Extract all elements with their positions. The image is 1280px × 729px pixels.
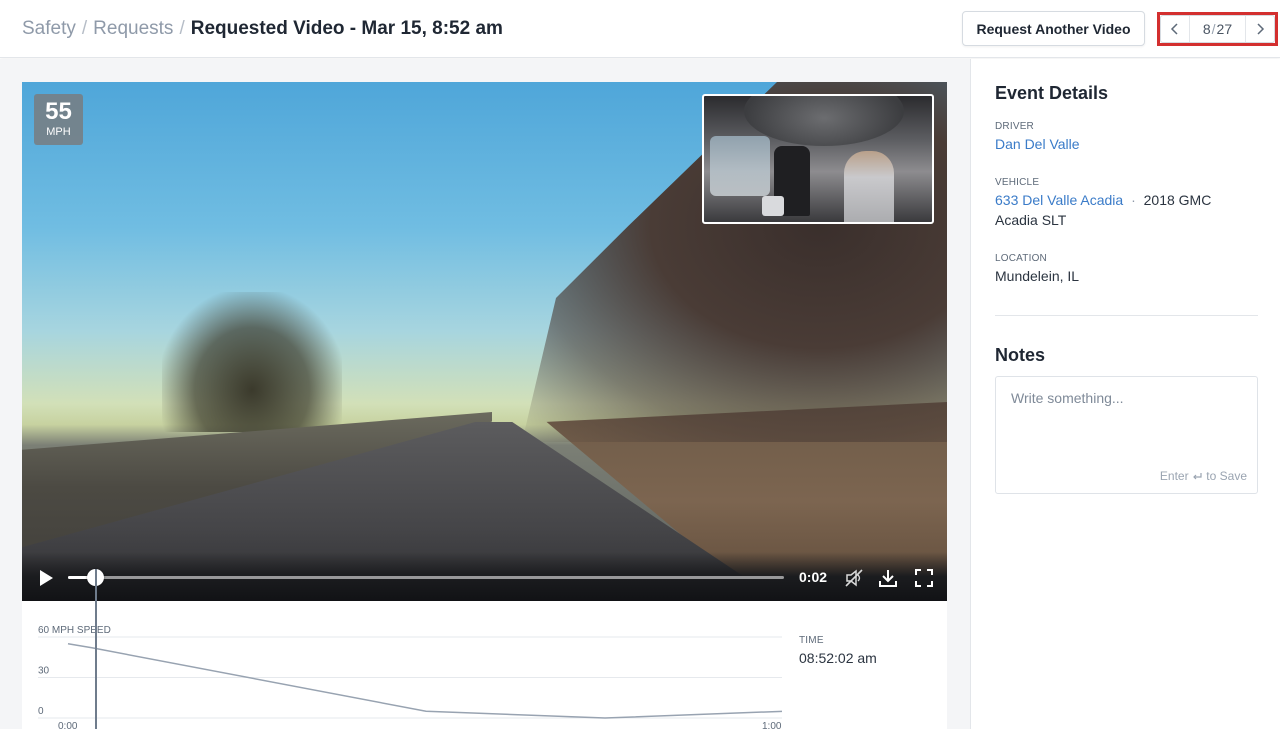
- notes-hint-suffix: to Save: [1206, 469, 1247, 483]
- pager-current: 8: [1202, 21, 1211, 37]
- enter-icon: [1193, 473, 1202, 480]
- sidebar-divider: [995, 315, 1258, 316]
- previous-button[interactable]: [1161, 16, 1189, 42]
- details-sidebar: Event Details DRIVER Dan Del Valle VEHIC…: [970, 59, 1280, 729]
- time-value: 08:52:02 am: [799, 650, 877, 666]
- chart-y-tick: 30: [38, 666, 50, 677]
- breadcrumb-safety[interactable]: Safety: [22, 18, 76, 39]
- notes-save-hint: Enter to Save: [1160, 469, 1247, 483]
- play-icon: [40, 570, 53, 586]
- vehicle-separator: ·: [1131, 192, 1136, 208]
- mute-button[interactable]: [844, 568, 864, 588]
- speed-value: 55: [45, 98, 72, 125]
- current-time: 0:02: [799, 569, 828, 585]
- notes-input[interactable]: [996, 377, 1257, 467]
- driver-value: Dan Del Valle: [995, 134, 1255, 154]
- page-header: Safety / Requests / Requested Video - Mar 15…: [0, 0, 1280, 58]
- driver-caption: DRIVER: [995, 121, 1034, 132]
- notes-box: Enter to Save: [995, 376, 1258, 494]
- pager-count: 8/27: [1189, 16, 1246, 42]
- next-button[interactable]: [1246, 16, 1274, 42]
- driver-link[interactable]: Dan Del Valle: [995, 136, 1080, 152]
- pager-total: 27: [1216, 21, 1233, 37]
- breadcrumb-separator: /: [81, 18, 88, 39]
- location-caption: LOCATION: [995, 253, 1047, 264]
- chart-time-readout: TIME 08:52:02 am: [799, 635, 877, 666]
- cabin-window: [710, 136, 770, 196]
- play-button[interactable]: [37, 568, 55, 588]
- progress-track[interactable]: [68, 576, 784, 579]
- inward-camera-thumbnail[interactable]: [702, 94, 934, 224]
- speed-badge: 55 MPH: [34, 94, 83, 145]
- pager: 8/27: [1160, 15, 1275, 43]
- event-details-title: Event Details: [995, 83, 1109, 103]
- notes-title: Notes: [995, 345, 1046, 365]
- breadcrumb-requests[interactable]: Requests: [93, 18, 173, 39]
- breadcrumb-separator: /: [179, 18, 185, 39]
- chart-x-tick: 1:00: [762, 721, 782, 729]
- chevron-left-icon: [1170, 23, 1178, 35]
- video-scene-trees: [162, 292, 342, 432]
- chevron-right-icon: [1257, 23, 1265, 35]
- chart-y-tick: 0: [38, 706, 44, 717]
- speed-chart-card: 60 MPH SPEED 30 0 0:00 1:00 TIME 08:52:02 am: [22, 601, 947, 729]
- location-value: Mundelein, IL: [995, 268, 1080, 284]
- vehicle-link[interactable]: 633 Del Valle Acadia: [995, 192, 1123, 208]
- fullscreen-button[interactable]: [914, 568, 934, 588]
- page-title: Requested Video - Mar 15, 8:52 am: [190, 18, 503, 39]
- breadcrumb: Safety / Requests / Requested Video - Mar 15…: [22, 17, 503, 41]
- time-caption: TIME: [799, 635, 824, 646]
- chart-x-tick: 0:00: [58, 721, 78, 729]
- download-button[interactable]: [878, 568, 898, 588]
- vehicle-caption: VEHICLE: [995, 177, 1040, 188]
- video-player[interactable]: 55 MPH 0:02: [22, 82, 947, 601]
- notes-hint-prefix: Enter: [1159, 469, 1189, 483]
- vehicle-value: 633 Del Valle Acadia · 2018 GMC Acadia S…: [995, 190, 1255, 230]
- chart-y-axis-label: 60 MPH SPEED: [38, 625, 111, 636]
- speed-unit: MPH: [46, 126, 71, 138]
- cabin-driver: [844, 151, 894, 222]
- video-controls: 0:02: [22, 562, 947, 594]
- mute-icon: [845, 569, 863, 587]
- chart-series-line: [67, 643, 782, 719]
- request-another-video-button[interactable]: Request Another Video: [962, 11, 1145, 46]
- speed-chart[interactable]: 60 MPH SPEED 30 0 0:00 1:00: [22, 601, 782, 729]
- cabin-cup: [762, 196, 784, 216]
- pager-separator: /: [1211, 21, 1216, 37]
- fullscreen-icon: [915, 569, 933, 587]
- progress-knob[interactable]: [87, 569, 105, 586]
- download-icon: [879, 570, 897, 587]
